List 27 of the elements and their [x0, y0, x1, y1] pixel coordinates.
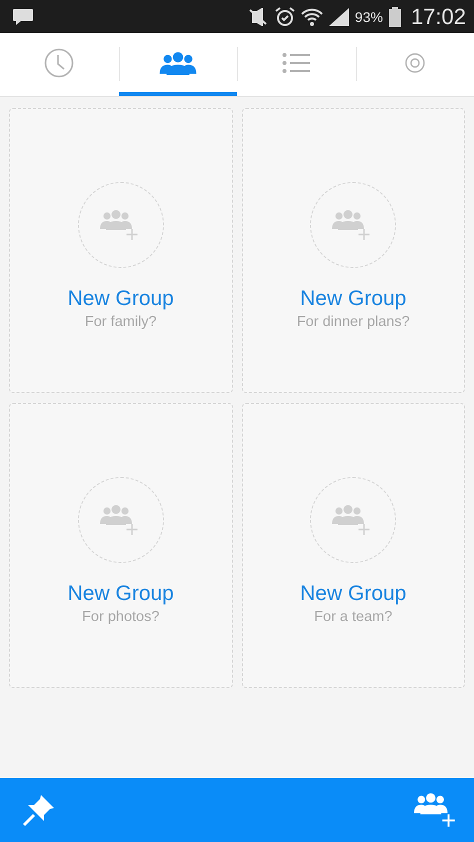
add-group-icon: [310, 182, 396, 268]
card-subtitle: For photos?: [82, 608, 160, 624]
add-group-icon: [78, 476, 164, 562]
signal-icon: [328, 8, 349, 26]
new-group-card[interactable]: New Group For photos?: [9, 403, 232, 688]
new-group-card[interactable]: New Group For dinner plans?: [242, 108, 465, 393]
list-icon: [282, 52, 310, 74]
card-title: New Group: [300, 286, 406, 312]
chat-icon: [12, 8, 34, 26]
card-title: New Group: [68, 580, 174, 606]
new-group-card[interactable]: New Group For family?: [9, 108, 232, 393]
alarm-icon: [274, 6, 295, 26]
add-group-icon: [310, 476, 396, 562]
card-title: New Group: [68, 286, 174, 312]
new-group-card[interactable]: New Group For a team?: [242, 403, 465, 688]
group-icon: [158, 50, 198, 74]
mute-icon: [246, 8, 269, 26]
add-group-icon: [78, 182, 164, 268]
card-subtitle: For dinner plans?: [296, 314, 410, 330]
card-subtitle: For a team?: [314, 608, 392, 624]
card-title: New Group: [300, 580, 406, 606]
wifi-icon: [300, 6, 323, 26]
clock-icon: [44, 48, 74, 78]
battery-percent: 93%: [354, 8, 383, 24]
card-subtitle: For family?: [84, 314, 157, 330]
battery-icon: [388, 6, 401, 26]
clock-time: 17:02: [410, 4, 466, 30]
